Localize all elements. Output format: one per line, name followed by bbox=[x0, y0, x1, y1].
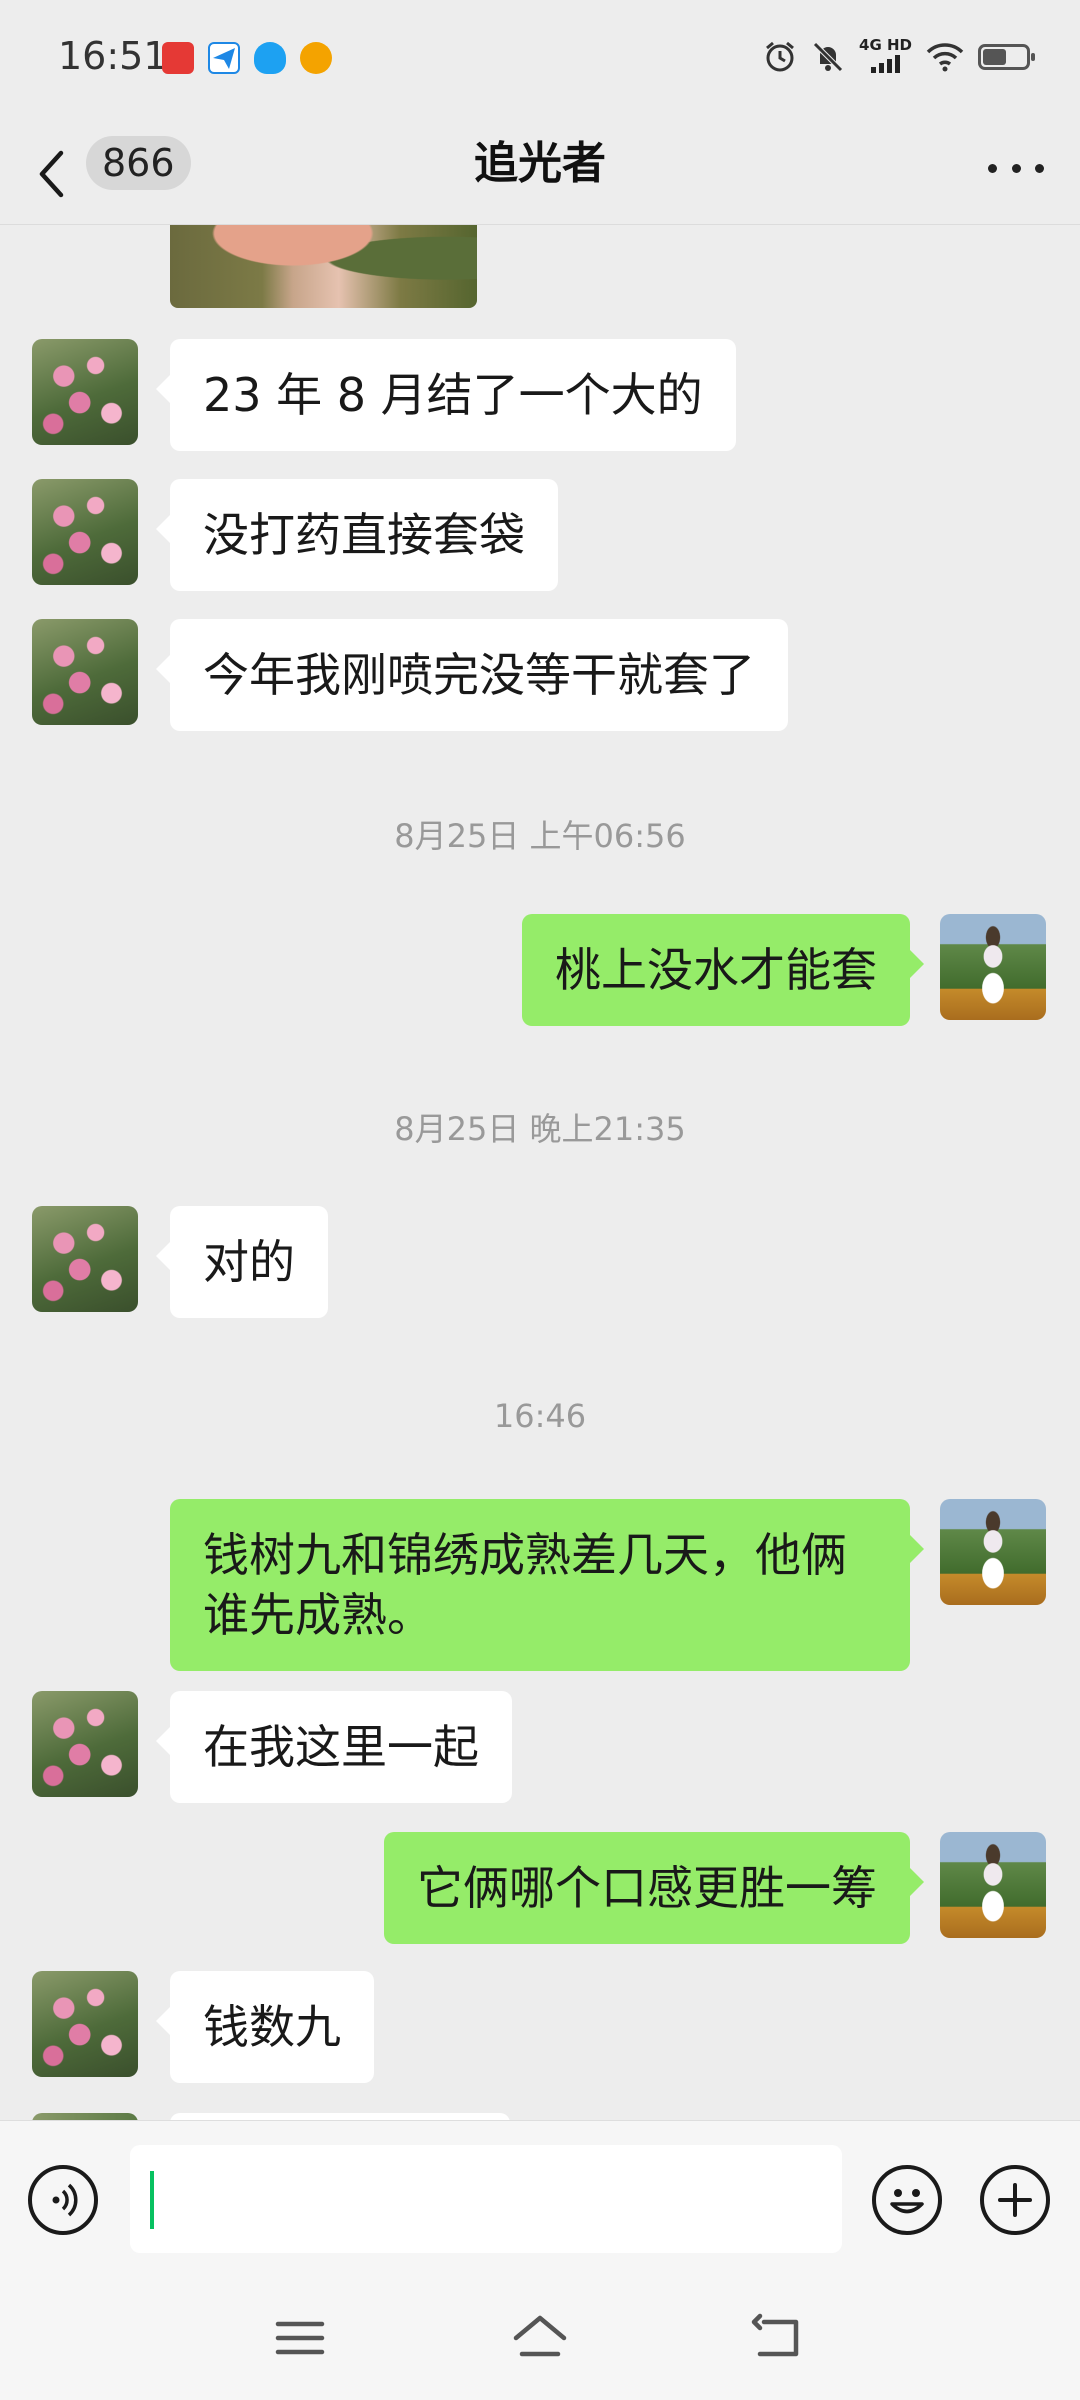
message-bubble-received[interactable]: 对的 bbox=[156, 1206, 328, 1318]
red-app-icon bbox=[162, 42, 194, 74]
mute-icon bbox=[813, 42, 843, 72]
chat-header: 866 追光者 bbox=[0, 120, 1080, 225]
more-dot-icon bbox=[1011, 163, 1021, 173]
image-message[interactable] bbox=[170, 225, 477, 308]
notification-icons bbox=[162, 42, 332, 74]
message-timestamp: 16:46 bbox=[493, 1397, 587, 1435]
more-options-button[interactable] bbox=[988, 148, 1044, 188]
more-functions-button[interactable] bbox=[980, 2165, 1050, 2235]
contact-avatar[interactable] bbox=[32, 1971, 138, 2077]
message-list[interactable]: 23 年 8 月结了一个大的 没打药直接套袋 今年我刚喷完没等干就套了 8月25… bbox=[0, 225, 1080, 2120]
message-bubble-sent[interactable]: 钱树九和锦绣成熟差几天，他俩谁先成熟。 bbox=[170, 1499, 924, 1671]
message-bubble-received[interactable] bbox=[170, 2113, 510, 2120]
more-dot-icon bbox=[988, 163, 997, 173]
network-indicator: 4G HD bbox=[859, 38, 912, 76]
system-navigation-bar bbox=[0, 2280, 1080, 2400]
message-bubble-sent[interactable]: 桃上没水才能套 bbox=[522, 914, 924, 1026]
message-timestamp: 8月25日 晚上21:35 bbox=[394, 1110, 686, 1148]
weibo-icon bbox=[300, 42, 332, 74]
message-bubble-received[interactable]: 在我这里一起 bbox=[156, 1691, 512, 1803]
network-label: 4G HD bbox=[859, 36, 912, 54]
message-bubble-received[interactable]: 没打药直接套袋 bbox=[156, 479, 558, 591]
message-bubble-received[interactable]: 钱数九 bbox=[156, 1971, 374, 2083]
alarm-icon bbox=[766, 41, 794, 72]
input-bar bbox=[0, 2120, 1080, 2281]
contact-avatar[interactable] bbox=[32, 619, 138, 725]
self-avatar[interactable] bbox=[940, 1499, 1046, 1605]
status-right: 4G HD bbox=[763, 38, 1035, 76]
paper-plane-icon bbox=[208, 42, 240, 74]
chat-title: 追光者 bbox=[474, 138, 606, 189]
voice-input-button[interactable] bbox=[28, 2165, 98, 2235]
message-bubble-sent[interactable]: 它俩哪个口感更胜一筹 bbox=[384, 1832, 924, 1944]
status-bar: 16:51 4G HD bbox=[0, 0, 1080, 120]
status-time: 16:51 bbox=[58, 34, 168, 78]
plus-icon bbox=[998, 2183, 1032, 2217]
menu-icon[interactable] bbox=[270, 2308, 330, 2368]
contact-avatar[interactable] bbox=[32, 2113, 138, 2120]
battery-icon bbox=[978, 44, 1035, 70]
more-dot-icon bbox=[1035, 163, 1044, 173]
smiley-icon bbox=[890, 2189, 924, 2214]
wifi-icon bbox=[926, 43, 964, 72]
contact-avatar[interactable] bbox=[32, 1691, 138, 1797]
message-bubble-received[interactable]: 23 年 8 月结了一个大的 bbox=[156, 339, 736, 451]
contact-avatar[interactable] bbox=[32, 479, 138, 585]
message-input[interactable] bbox=[130, 2145, 842, 2253]
self-avatar[interactable] bbox=[940, 914, 1046, 1020]
voice-icon bbox=[52, 2183, 78, 2217]
back-nav-icon[interactable] bbox=[750, 2308, 810, 2368]
message-timestamp: 8月25日 上午06:56 bbox=[394, 817, 686, 855]
self-avatar[interactable] bbox=[940, 1832, 1046, 1938]
home-icon[interactable] bbox=[510, 2308, 570, 2368]
text-caret bbox=[150, 2171, 154, 2229]
message-bubble-received[interactable]: 今年我刚喷完没等干就套了 bbox=[156, 619, 788, 731]
contact-avatar[interactable] bbox=[32, 339, 138, 445]
qq-penguin-icon bbox=[254, 42, 286, 74]
contact-avatar[interactable] bbox=[32, 1206, 138, 1312]
emoji-button[interactable] bbox=[872, 2165, 942, 2235]
